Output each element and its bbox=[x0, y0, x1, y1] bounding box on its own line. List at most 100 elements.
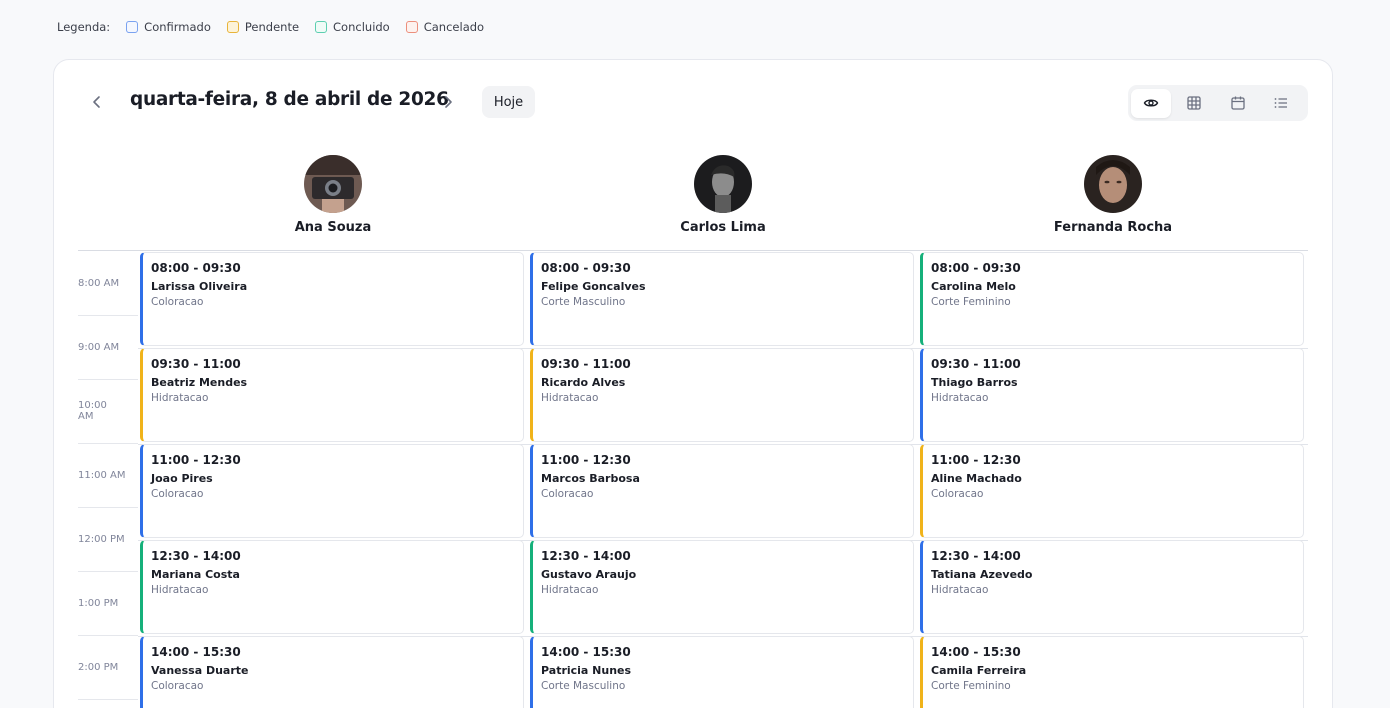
appointment-card[interactable]: 12:30 - 14:00 Tatiana Azevedo Hidratacao bbox=[920, 540, 1304, 634]
view-day-button[interactable] bbox=[1131, 88, 1171, 118]
legend-swatch bbox=[226, 21, 239, 33]
appointment-client: Felipe Goncalves bbox=[541, 280, 646, 293]
appointment-client: Aline Machado bbox=[931, 472, 1022, 485]
schedule-card: quarta-feira, 8 de abril de 2026 Hoje An… bbox=[53, 59, 1333, 708]
appointment-client: Gustavo Araujo bbox=[541, 568, 637, 581]
legend: Legenda: Confirmado Pendente Concluido C… bbox=[57, 18, 500, 36]
time-divider bbox=[78, 635, 138, 636]
legend-swatch bbox=[405, 21, 418, 33]
time-divider bbox=[78, 315, 138, 316]
chevron-left-icon bbox=[93, 96, 100, 108]
staff-name: Fernanda Rocha bbox=[1053, 220, 1173, 235]
appointment-client: Beatriz Mendes bbox=[151, 376, 248, 389]
appointment-time: 14:00 - 15:30 bbox=[151, 645, 241, 659]
appointment-card[interactable]: 14:00 - 15:30 Patricia Nunes Corte Mascu… bbox=[530, 636, 914, 708]
appointment-service: Hidratacao bbox=[931, 584, 989, 596]
time-label: 1:00 PM bbox=[78, 598, 119, 609]
appointment-card[interactable]: 14:00 - 15:30 Vanessa Duarte Coloracao bbox=[140, 636, 524, 708]
legend-item-concluido: Concluido bbox=[315, 20, 390, 34]
appointment-client: Joao Pires bbox=[151, 472, 213, 485]
appointment-service: Corte Feminino bbox=[931, 296, 1011, 308]
time-label: 11:00 AM bbox=[78, 470, 126, 481]
legend-label: Confirmado bbox=[144, 20, 211, 34]
staff-header-ana: Ana Souza bbox=[138, 155, 528, 235]
appointment-service: Coloracao bbox=[151, 296, 204, 308]
appointment-service: Coloracao bbox=[151, 488, 204, 500]
legend-swatch bbox=[315, 21, 328, 33]
today-button[interactable]: Hoje bbox=[482, 86, 535, 118]
appointment-service: Hidratacao bbox=[151, 584, 209, 596]
legend-label: Pendente bbox=[244, 20, 300, 34]
staff-header-carlos: Carlos Lima bbox=[528, 155, 918, 235]
appointment-service: Corte Masculino bbox=[541, 296, 626, 308]
next-day-button[interactable] bbox=[436, 90, 460, 114]
grid-icon bbox=[1187, 96, 1201, 110]
appointment-time: 08:00 - 09:30 bbox=[541, 261, 631, 275]
appointment-card[interactable]: 09:30 - 11:00 Beatriz Mendes Hidratacao bbox=[140, 348, 524, 442]
legend-label: Cancelado bbox=[423, 20, 485, 34]
appointment-service: Hidratacao bbox=[541, 392, 599, 404]
appointment-card[interactable]: 08:00 - 09:30 Felipe Goncalves Corte Mas… bbox=[530, 252, 914, 346]
appointment-service: Corte Masculino bbox=[541, 680, 626, 692]
appointment-card[interactable]: 12:30 - 14:00 Mariana Costa Hidratacao bbox=[140, 540, 524, 634]
staff-header-fernanda: Fernanda Rocha bbox=[918, 155, 1308, 235]
time-divider bbox=[78, 699, 138, 700]
time-divider bbox=[78, 443, 138, 444]
appointment-card[interactable]: 08:00 - 09:30 Carolina Melo Corte Femini… bbox=[920, 252, 1304, 346]
appointment-service: Coloracao bbox=[931, 488, 984, 500]
appointment-time: 12:30 - 14:00 bbox=[151, 549, 241, 563]
legend-swatch bbox=[126, 21, 139, 33]
grid-top-divider bbox=[78, 250, 1308, 251]
view-switcher bbox=[1128, 85, 1308, 121]
avatar bbox=[304, 155, 362, 213]
time-label: 2:00 PM bbox=[78, 662, 119, 673]
appointment-card[interactable]: 14:00 - 15:30 Camila Ferreira Corte Femi… bbox=[920, 636, 1304, 708]
appointment-time: 11:00 - 12:30 bbox=[151, 453, 241, 467]
appointment-card[interactable]: 12:30 - 14:00 Gustavo Araujo Hidratacao bbox=[530, 540, 914, 634]
chevron-right-icon bbox=[445, 96, 452, 108]
legend-item-pendente: Pendente bbox=[226, 20, 300, 34]
appointment-client: Thiago Barros bbox=[931, 376, 1018, 389]
appointment-time: 11:00 - 12:30 bbox=[541, 453, 631, 467]
legend-title: Legenda: bbox=[57, 20, 111, 34]
appointment-client: Tatiana Azevedo bbox=[931, 568, 1033, 581]
appointment-time: 14:00 - 15:30 bbox=[541, 645, 631, 659]
time-divider bbox=[78, 507, 138, 508]
appointment-client: Carolina Melo bbox=[931, 280, 1016, 293]
list-icon bbox=[1274, 98, 1288, 108]
appointment-time: 14:00 - 15:30 bbox=[931, 645, 1021, 659]
prev-day-button[interactable] bbox=[85, 90, 109, 114]
appointment-time: 12:30 - 14:00 bbox=[541, 549, 631, 563]
page-title: quarta-feira, 8 de abril de 2026 bbox=[130, 89, 449, 110]
appointment-client: Vanessa Duarte bbox=[151, 664, 249, 677]
staff-name: Carlos Lima bbox=[680, 220, 766, 235]
avatar bbox=[1084, 155, 1142, 213]
appointment-time: 09:30 - 11:00 bbox=[541, 357, 631, 371]
view-grid-button[interactable] bbox=[1175, 89, 1215, 118]
legend-label: Concluido bbox=[333, 20, 390, 34]
time-divider bbox=[78, 571, 138, 572]
time-label: 9:00 AM bbox=[78, 342, 120, 353]
appointment-card[interactable]: 08:00 - 09:30 Larissa Oliveira Coloracao bbox=[140, 252, 524, 346]
time-label: 10:00 AM bbox=[78, 400, 107, 422]
appointment-card[interactable]: 11:00 - 12:30 Marcos Barbosa Coloracao bbox=[530, 444, 914, 538]
appointment-time: 09:30 - 11:00 bbox=[931, 357, 1021, 371]
view-calendar-button[interactable] bbox=[1218, 89, 1258, 118]
appointment-client: Mariana Costa bbox=[151, 568, 240, 581]
eye-icon bbox=[1143, 99, 1159, 107]
appointment-service: Coloracao bbox=[541, 488, 594, 500]
view-list-button[interactable] bbox=[1262, 89, 1302, 118]
appointment-card[interactable]: 09:30 - 11:00 Thiago Barros Hidratacao bbox=[920, 348, 1304, 442]
appointment-client: Larissa Oliveira bbox=[151, 280, 248, 293]
time-label: 12:00 PM bbox=[78, 534, 125, 545]
appointment-time: 11:00 - 12:30 bbox=[931, 453, 1021, 467]
appointment-time: 09:30 - 11:00 bbox=[151, 357, 241, 371]
appointment-card[interactable]: 09:30 - 11:00 Ricardo Alves Hidratacao bbox=[530, 348, 914, 442]
appointment-time: 08:00 - 09:30 bbox=[151, 261, 241, 275]
appointment-client: Camila Ferreira bbox=[931, 664, 1027, 677]
appointment-service: Corte Feminino bbox=[931, 680, 1011, 692]
appointment-card[interactable]: 11:00 - 12:30 Aline Machado Coloracao bbox=[920, 444, 1304, 538]
appointment-service: Hidratacao bbox=[151, 392, 209, 404]
appointment-card[interactable]: 11:00 - 12:30 Joao Pires Coloracao bbox=[140, 444, 524, 538]
appointment-time: 08:00 - 09:30 bbox=[931, 261, 1021, 275]
